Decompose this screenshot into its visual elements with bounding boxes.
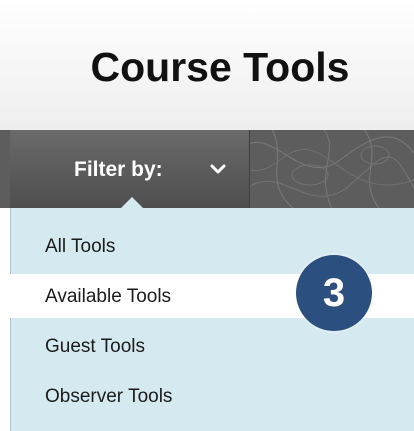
menu-item-label: All Tools	[45, 236, 116, 257]
menu-item-label: Available Tools	[45, 286, 172, 307]
menu-item-observer-tools[interactable]: Observer Tools	[10, 374, 414, 418]
page-header: Course Tools	[0, 0, 414, 131]
menu-item-label: Observer Tools	[45, 386, 173, 407]
menu-item-guest-tools[interactable]: Guest Tools	[10, 324, 414, 368]
page-title: Course Tools	[90, 44, 350, 90]
decorative-swirl-pattern	[250, 130, 414, 208]
filter-by-label: Filter by:	[74, 158, 163, 181]
chevron-down-icon	[210, 164, 226, 174]
menu-item-label: Guest Tools	[45, 336, 145, 357]
toolbar: Filter by:	[0, 130, 414, 208]
step-number-badge: 3	[296, 255, 372, 331]
